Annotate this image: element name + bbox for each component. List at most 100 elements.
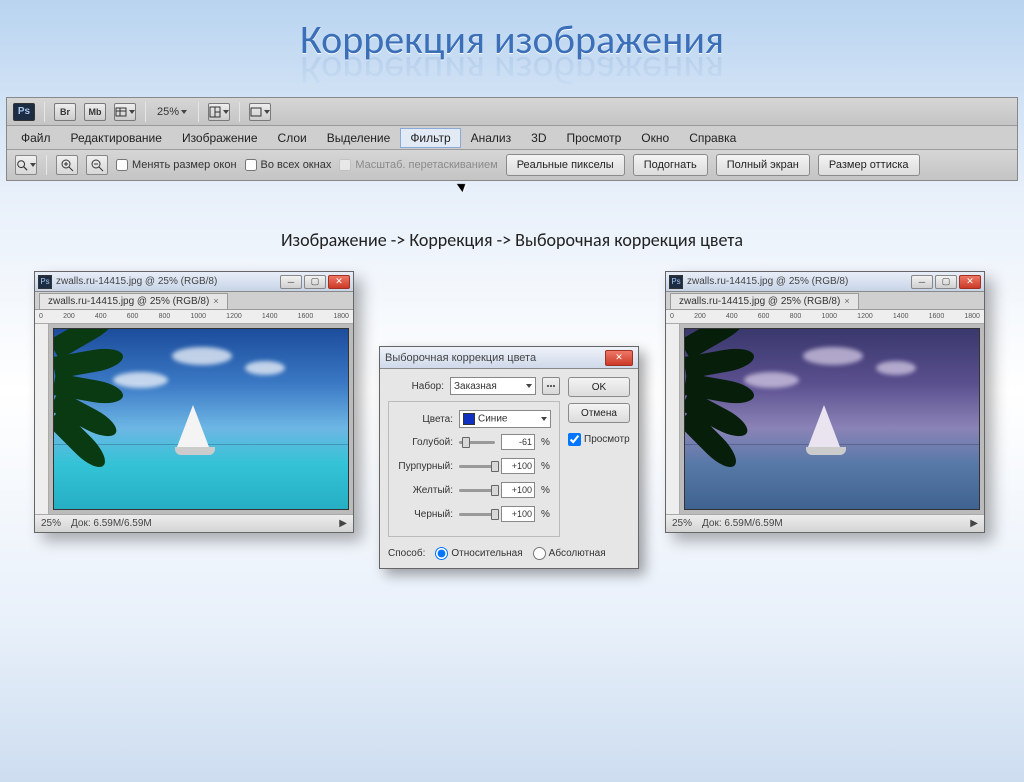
minimize-button[interactable]: ─ bbox=[911, 275, 933, 289]
ruler-tick: 1000 bbox=[821, 313, 837, 320]
slider-row: Черный:+100% bbox=[397, 506, 551, 522]
preview-checkbox[interactable]: Просмотр bbox=[568, 433, 630, 446]
status-zoom: 25% bbox=[41, 518, 61, 529]
zoom-in-icon[interactable] bbox=[56, 155, 78, 175]
ps-logo-icon[interactable]: Ps bbox=[13, 103, 35, 121]
divider bbox=[198, 102, 199, 122]
divider bbox=[145, 102, 146, 122]
menu-item-фильтр[interactable]: Фильтр bbox=[400, 128, 460, 148]
document-tab[interactable]: zwalls.ru-14415.jpg @ 25% (RGB/8)× bbox=[39, 293, 228, 309]
slider-track[interactable] bbox=[459, 441, 495, 444]
slider-value[interactable]: -61 bbox=[501, 434, 535, 450]
zoom-out-icon[interactable] bbox=[86, 155, 108, 175]
ruler-tick: 800 bbox=[790, 313, 802, 320]
ruler-tick: 200 bbox=[694, 313, 706, 320]
sliders-group: Цвета: Синие Голубой:-61% Пурпурный:+100%… bbox=[388, 401, 560, 537]
preset-options-icon[interactable] bbox=[542, 377, 560, 395]
resize-windows-checkbox[interactable]: Менять размер окон bbox=[116, 159, 237, 171]
arrange-icon[interactable] bbox=[208, 103, 230, 121]
menu-item-редактирование[interactable]: Редактирование bbox=[61, 128, 172, 148]
history-icon[interactable] bbox=[114, 103, 136, 121]
tab-close-icon[interactable]: × bbox=[844, 296, 849, 306]
top-icon-bar: Ps Br Mb 25% bbox=[7, 98, 1017, 126]
slider-thumb[interactable] bbox=[491, 461, 499, 472]
print-size-button[interactable]: Размер оттиска bbox=[818, 154, 920, 176]
bridge-icon[interactable]: Br bbox=[54, 103, 76, 121]
image-canvas-before bbox=[53, 328, 349, 510]
ruler-horizontal: 020040060080010001200140016001800 bbox=[35, 310, 353, 324]
selective-color-dialog: Выборочная коррекция цвета ✕ OK Отмена П… bbox=[379, 346, 639, 569]
slider-value[interactable]: +100 bbox=[501, 458, 535, 474]
menu-item-окно[interactable]: Окно bbox=[631, 128, 679, 148]
minimize-button[interactable]: ─ bbox=[280, 275, 302, 289]
menu-bar: ФайлРедактированиеИзображениеСлоиВыделен… bbox=[7, 126, 1017, 150]
menu-item-слои[interactable]: Слои bbox=[268, 128, 317, 148]
ruler-tick: 1600 bbox=[929, 313, 945, 320]
ruler-tick: 1400 bbox=[262, 313, 278, 320]
dialog-close-button[interactable]: ✕ bbox=[605, 350, 633, 366]
document-window-after: Ps zwalls.ru-14415.jpg @ 25% (RGB/8) ─ ▢… bbox=[665, 271, 985, 533]
full-screen-button[interactable]: Полный экран bbox=[716, 154, 810, 176]
slider-thumb[interactable] bbox=[491, 509, 499, 520]
divider bbox=[46, 155, 47, 175]
ruler-tick: 1400 bbox=[893, 313, 909, 320]
slider-label: Черный: bbox=[397, 509, 453, 520]
photoshop-toolbar: Ps Br Mb 25% ФайлРедактированиеИзображен… bbox=[6, 97, 1018, 181]
slider-row: Пурпурный:+100% bbox=[397, 458, 551, 474]
slider-thumb[interactable] bbox=[462, 437, 470, 448]
menu-item-анализ[interactable]: Анализ bbox=[461, 128, 522, 148]
divider bbox=[239, 102, 240, 122]
menu-item-справка[interactable]: Справка bbox=[679, 128, 746, 148]
slider-track[interactable] bbox=[459, 513, 495, 516]
fit-screen-button[interactable]: Подогнать bbox=[633, 154, 708, 176]
slider-value[interactable]: +100 bbox=[501, 506, 535, 522]
ruler-tick: 0 bbox=[39, 313, 43, 320]
slider-row: Голубой:-61% bbox=[397, 434, 551, 450]
menu-item-файл[interactable]: Файл bbox=[11, 128, 61, 148]
colors-select[interactable]: Синие bbox=[459, 410, 551, 428]
menu-item-выделение[interactable]: Выделение bbox=[317, 128, 401, 148]
ruler-tick: 800 bbox=[159, 313, 171, 320]
slider-track[interactable] bbox=[459, 465, 495, 468]
tab-close-icon[interactable]: × bbox=[213, 296, 218, 306]
ruler-tick: 1800 bbox=[333, 313, 349, 320]
cancel-button[interactable]: Отмена bbox=[568, 403, 630, 423]
maximize-button[interactable]: ▢ bbox=[304, 275, 326, 289]
slider-unit: % bbox=[541, 461, 551, 472]
close-button[interactable]: ✕ bbox=[959, 275, 981, 289]
slider-thumb[interactable] bbox=[491, 485, 499, 496]
scrubby-zoom-checkbox: Масштаб. перетаскиванием bbox=[339, 159, 497, 171]
ruler-tick: 400 bbox=[95, 313, 107, 320]
window-title: zwalls.ru-14415.jpg @ 25% (RGB/8) bbox=[687, 276, 907, 287]
zoom-dropdown[interactable]: 25% bbox=[155, 106, 189, 118]
slider-label: Желтый: bbox=[397, 485, 453, 496]
tool-options-bar: Менять размер окон Во всех окнах Масштаб… bbox=[7, 150, 1017, 180]
preset-label: Набор: bbox=[388, 381, 444, 392]
all-windows-checkbox[interactable]: Во всех окнах bbox=[245, 159, 332, 171]
zoom-tool-icon[interactable] bbox=[15, 155, 37, 175]
ok-button[interactable]: OK bbox=[568, 377, 630, 397]
menu-path-text: Изображение -> Коррекция -> Выборочная к… bbox=[0, 229, 1024, 251]
close-button[interactable]: ✕ bbox=[328, 275, 350, 289]
document-tab[interactable]: zwalls.ru-14415.jpg @ 25% (RGB/8)× bbox=[670, 293, 859, 309]
menu-item-3d[interactable]: 3D bbox=[521, 128, 556, 148]
ruler-tick: 600 bbox=[127, 313, 139, 320]
slider-track[interactable] bbox=[459, 489, 495, 492]
ps-app-icon: Ps bbox=[38, 275, 52, 289]
slider-value[interactable]: +100 bbox=[501, 482, 535, 498]
ruler-vertical bbox=[35, 324, 49, 514]
image-canvas-after bbox=[684, 328, 980, 510]
colors-label: Цвета: bbox=[397, 414, 453, 425]
ruler-tick: 0 bbox=[670, 313, 674, 320]
slider-unit: % bbox=[541, 485, 551, 496]
method-absolute-radio[interactable]: Абсолютная bbox=[533, 547, 606, 560]
screen-mode-icon[interactable] bbox=[249, 103, 271, 121]
maximize-button[interactable]: ▢ bbox=[935, 275, 957, 289]
menu-item-просмотр[interactable]: Просмотр bbox=[556, 128, 631, 148]
method-relative-radio[interactable]: Относительная bbox=[435, 547, 522, 560]
minibridge-icon[interactable]: Mb bbox=[84, 103, 106, 121]
menu-item-изображение[interactable]: Изображение bbox=[172, 128, 268, 148]
status-docsize: Док: 6.59M/6.59M bbox=[702, 518, 783, 529]
actual-pixels-button[interactable]: Реальные пикселы bbox=[506, 154, 625, 176]
preset-select[interactable]: Заказная bbox=[450, 377, 536, 395]
